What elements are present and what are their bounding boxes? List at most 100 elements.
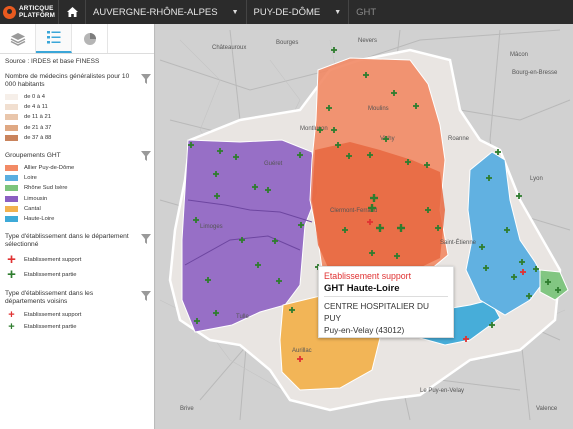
- legend-swatch: [5, 205, 18, 212]
- legend-swatch: [5, 165, 18, 172]
- legend-label: Cantal: [24, 205, 41, 212]
- sidebar-tabs: [0, 24, 154, 54]
- legend-swatch: [5, 134, 18, 141]
- legend-label: de 37 à 88: [24, 134, 52, 141]
- filter-icon[interactable]: [141, 74, 151, 84]
- legend-label: Loire: [24, 175, 37, 182]
- tooltip-title: GHT Haute-Loire: [324, 282, 448, 297]
- logo-line1: ARTICQUE: [19, 5, 54, 12]
- filter-icon[interactable]: [141, 234, 151, 245]
- plus-red-icon: +: [8, 309, 15, 322]
- legend-swatch: [5, 124, 18, 131]
- filter-icon[interactable]: [141, 291, 151, 302]
- legend-label: Etablissement support: [24, 256, 82, 263]
- tooltip-city: Puy-en-Velay (43012): [324, 325, 405, 335]
- breadcrumb-current: GHT: [349, 0, 383, 24]
- map-canvas[interactable]: Châteauroux Bourges Nevers Moulins Mâcon…: [156, 24, 573, 429]
- place-label: Nevers: [358, 38, 377, 44]
- legend-item[interactable]: Rhône Sud Isère: [5, 183, 149, 193]
- top-bar: ARTICQUE PLATFORM AUVERGNE-RHÔNE-ALPES ▼…: [0, 0, 573, 24]
- legend-item[interactable]: + Etablissement partie: [5, 267, 149, 282]
- place-label: Le Puy-en-Velay: [420, 388, 464, 394]
- layers-icon: [10, 32, 25, 46]
- legend-label: Limousin: [24, 195, 48, 202]
- place-label: Montluçon: [300, 126, 328, 132]
- place-label: Bourges: [276, 40, 298, 46]
- legend-swatch: [5, 195, 18, 202]
- logo-icon: [3, 5, 16, 19]
- legend-item[interactable]: de 21 à 37: [5, 123, 149, 133]
- place-label: Châteauroux: [212, 45, 246, 51]
- legend-label: de 0 à 4: [24, 94, 45, 101]
- legend-label: de 4 à 11: [24, 104, 48, 111]
- data-source: Source : IRDES et base FINESS: [5, 58, 100, 65]
- establishment-tooltip: Etablissement support GHT Haute-Loire CE…: [318, 266, 454, 338]
- place-label: Mâcon: [510, 52, 528, 58]
- filter-icon[interactable]: [141, 150, 151, 161]
- legend-item[interactable]: Loire: [5, 173, 149, 183]
- legend-item[interactable]: de 0 à 4: [5, 92, 149, 102]
- legend-label: Haute-Loire: [24, 215, 55, 222]
- legend-swatch: [5, 215, 18, 222]
- tab-pie[interactable]: [72, 24, 108, 53]
- department-dropdown[interactable]: PUY-DE-DÔME ▼: [247, 0, 350, 24]
- place-label: Brive: [180, 406, 194, 412]
- types-voisins-title: Type d'établissement dans les départemen…: [5, 290, 94, 306]
- types-dept-title: Type d'établissement dans le département…: [5, 233, 129, 249]
- plus-green-icon: +: [8, 321, 15, 334]
- place-label: Roanne: [448, 136, 470, 142]
- home-icon: [66, 7, 78, 17]
- legend-item[interactable]: de 37 à 88: [5, 133, 149, 143]
- density-title: Nombre de médecins généralistes pour 10 …: [5, 73, 130, 88]
- types-dept-legend: Type d'établissement dans le département…: [0, 233, 154, 282]
- legend-item[interactable]: de 11 à 21: [5, 112, 149, 122]
- legend-item[interactable]: Cantal: [5, 204, 149, 214]
- place-label: Moulins: [368, 106, 389, 112]
- legend-item[interactable]: Haute-Loire: [5, 214, 149, 224]
- legend-item[interactable]: + Etablissement support: [5, 309, 149, 321]
- plus-green-icon: +: [7, 265, 16, 283]
- map-view[interactable]: Châteauroux Bourges Nevers Moulins Mâcon…: [156, 24, 573, 429]
- ght-title: Groupements GHT: [5, 151, 61, 159]
- legend-swatch: [5, 104, 18, 111]
- current-label: GHT: [356, 6, 377, 18]
- legend-label: Etablissement partie: [24, 324, 77, 331]
- legend-label: Etablissement partie: [24, 271, 77, 278]
- place-label: Lyon: [530, 176, 543, 182]
- legend-list-icon: [46, 31, 60, 44]
- place-label: Guéret: [264, 161, 283, 167]
- legend-label: Rhône Sud Isère: [24, 185, 68, 192]
- legend-sidebar: Source : IRDES et base FINESS Nombre de …: [0, 24, 155, 429]
- place-label: Bourg-en-Bresse: [512, 70, 558, 76]
- types-voisins-legend: Type d'établissement dans les départemen…: [0, 290, 154, 333]
- home-button[interactable]: [59, 0, 86, 24]
- legend-swatch: [5, 185, 18, 192]
- chevron-down-icon: ▼: [334, 8, 342, 16]
- place-label: Limoges: [200, 224, 223, 230]
- chevron-down-icon: ▼: [231, 8, 239, 16]
- plus-red-icon: +: [7, 250, 16, 268]
- legend-item[interactable]: + Etablissement partie: [5, 321, 149, 333]
- legend-item[interactable]: Limousin: [5, 194, 149, 204]
- legend-label: Allier Puy-de-Dôme: [24, 165, 75, 172]
- place-label: Tulle: [236, 314, 249, 320]
- tab-legend[interactable]: [36, 24, 72, 53]
- place-label: Aurillac: [292, 348, 312, 354]
- legend-swatch: [5, 175, 18, 182]
- department-label: PUY-DE-DÔME: [253, 6, 321, 18]
- legend-item[interactable]: de 4 à 11: [5, 102, 149, 112]
- legend-item[interactable]: Allier Puy-de-Dôme: [5, 163, 149, 173]
- region-label: AUVERGNE-RHÔNE-ALPES: [93, 6, 218, 18]
- region-dropdown[interactable]: AUVERGNE-RHÔNE-ALPES ▼: [86, 0, 247, 24]
- legend-swatch: [5, 94, 18, 101]
- pie-chart-icon: [83, 32, 96, 45]
- ght-legend: Groupements GHT Allier Puy-de-Dôme Loire…: [0, 150, 154, 224]
- logo-line2: PLATFORM: [19, 12, 56, 19]
- tab-layers[interactable]: [0, 24, 36, 53]
- legend-item[interactable]: + Etablissement support: [5, 252, 149, 267]
- place-label: Valence: [536, 406, 558, 412]
- place-label: Saint-Étienne: [440, 239, 477, 246]
- legend-label: de 21 à 37: [24, 124, 52, 131]
- app-logo[interactable]: ARTICQUE PLATFORM: [0, 0, 59, 24]
- legend-label: Etablissement support: [24, 312, 82, 319]
